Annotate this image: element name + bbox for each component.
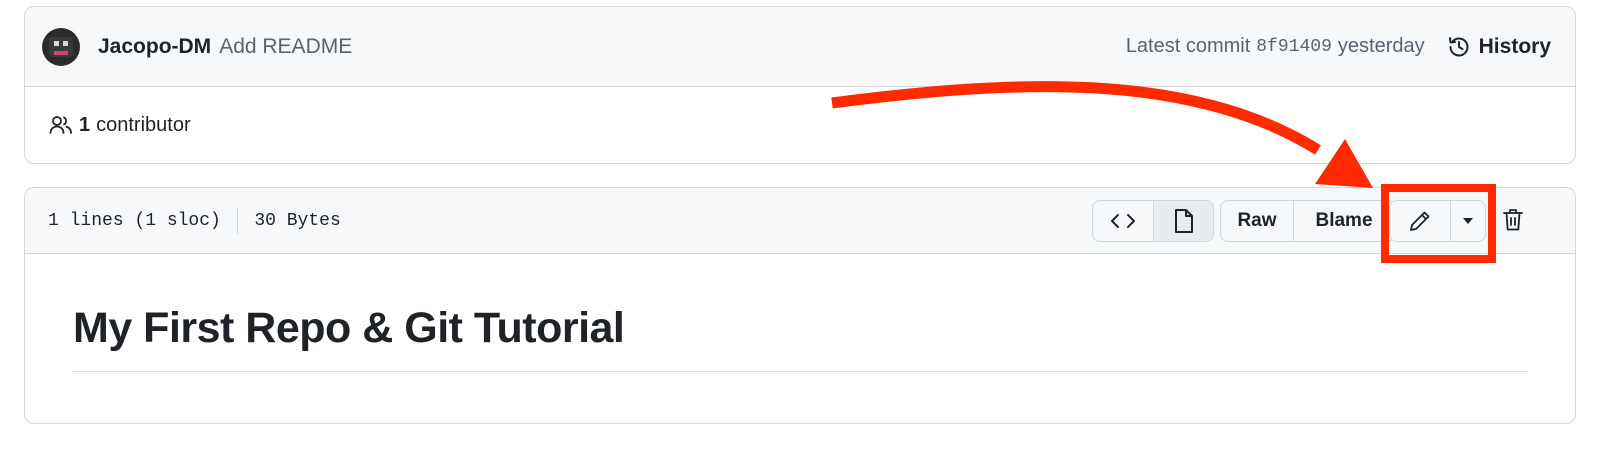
highlight-box [1381,184,1496,263]
history-icon [1448,36,1469,56]
trash-icon [1503,209,1523,231]
divider [236,207,239,234]
contributor-count: 1 [79,113,91,136]
commit-message-link[interactable]: Add README [219,35,352,59]
people-icon [49,116,72,134]
delete-file-button[interactable] [1501,207,1525,233]
file-icon [1174,209,1193,233]
commit-time: yesterday [1337,35,1425,57]
file-size: 30 Bytes [254,210,341,231]
commit-sha-link[interactable]: 8f91409 [1256,37,1332,57]
view-toggle-group [1092,200,1214,242]
contributor-label: contributor [96,113,191,136]
raw-blame-group: Raw Blame [1220,200,1395,242]
history-label: History [1478,34,1551,58]
code-view-button[interactable] [1093,201,1153,241]
history-button[interactable]: History [1447,35,1551,59]
readme-content: My First Repo & Git Tutorial [25,254,1575,372]
file-header: 1 lines (1 sloc) 30 Bytes Raw Blame [25,188,1575,254]
latest-commit-label: Latest commit [1125,35,1251,57]
file-box: 1 lines (1 sloc) 30 Bytes Raw Blame My F… [24,187,1576,424]
avatar[interactable] [42,27,80,66]
file-line-count: 1 lines (1 sloc) [48,210,221,231]
preview-view-button[interactable] [1153,201,1213,241]
blame-button[interactable]: Blame [1293,201,1394,241]
code-icon [1111,214,1135,228]
raw-button[interactable]: Raw [1221,201,1293,241]
commit-author-link[interactable]: Jacopo-DM [98,35,211,59]
latest-commit-row: Jacopo-DM Add README Latest commit 8f914… [25,7,1575,87]
readme-title: My First Repo & Git Tutorial [73,304,1527,372]
commit-box: Jacopo-DM Add README Latest commit 8f914… [24,6,1576,164]
contributors-row[interactable]: 1 contributor [25,87,1575,163]
